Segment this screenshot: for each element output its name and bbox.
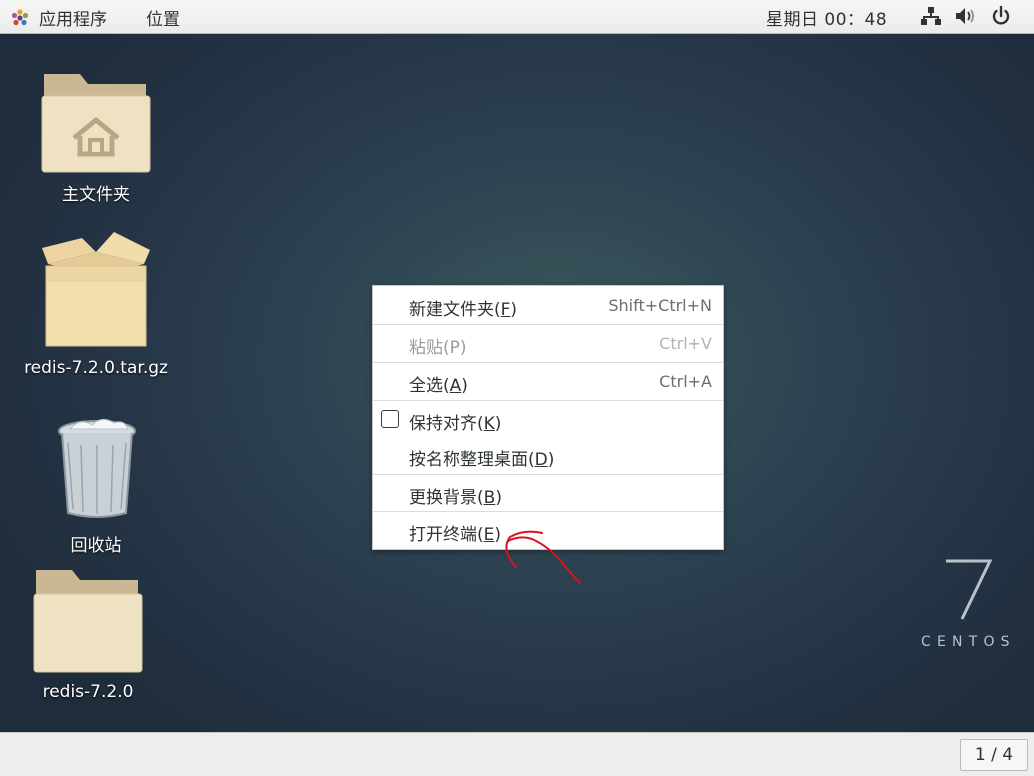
menu-item-label-end: ) xyxy=(547,450,555,470)
menu-item-shortcut: Ctrl+V xyxy=(659,334,712,353)
menu-item-label: 更换背景( xyxy=(409,488,484,508)
desktop-icon-redis-folder[interactable]: redis-7.2.0 xyxy=(18,564,158,714)
menu-item-mnemonic: K xyxy=(483,414,495,434)
menu-item-mnemonic: B xyxy=(483,488,496,508)
volume-icon[interactable] xyxy=(954,5,978,27)
keep-aligned-checkbox[interactable] xyxy=(381,410,399,428)
menu-item-label: 新建文件夹( xyxy=(409,300,501,320)
menu-item-change-background[interactable]: 更换背景(B) xyxy=(373,475,723,512)
home-folder-icon xyxy=(41,74,151,173)
menu-item-mnemonic: D xyxy=(534,450,548,470)
desktop-icon-label: redis-7.2.0 xyxy=(42,682,134,702)
menu-item-mnemonic: E xyxy=(483,525,495,545)
annotation-arrow-icon xyxy=(505,530,581,584)
desktop-icon-label: 回收站 xyxy=(70,536,122,556)
menu-item-shortcut: Ctrl+A xyxy=(659,372,712,391)
top-panel: 应用程序 位置 星期日 00：48 xyxy=(0,0,1034,34)
centos-7-logo-icon xyxy=(946,559,993,620)
desktop-icon-redis-archive[interactable]: redis-7.2.0.tar.gz xyxy=(16,228,176,384)
menu-item-new-folder[interactable]: 新建文件夹(F) Shift+Ctrl+N xyxy=(373,287,723,324)
menu-item-label-end: ) xyxy=(461,376,468,396)
centos-watermark-text: CENTOS xyxy=(921,634,1016,650)
clock[interactable]: 星期日 00：48 xyxy=(766,5,887,30)
desktop-context-menu: 新建文件夹(F) Shift+Ctrl+N 粘贴(P) Ctrl+V 全选(A)… xyxy=(372,285,724,550)
network-wired-icon[interactable] xyxy=(920,5,942,27)
menu-item-mnemonic: F xyxy=(500,300,511,320)
desktop-icon-label: redis-7.2.0.tar.gz xyxy=(24,358,168,378)
workspace-switcher[interactable]: 1 / 4 xyxy=(960,739,1028,771)
menu-item-organize-by-name[interactable]: 按名称整理桌面(D) xyxy=(373,437,723,474)
folder-icon xyxy=(33,570,143,673)
menu-item-keep-aligned[interactable]: 保持对齐(K) xyxy=(373,401,723,438)
places-menu[interactable]: 位置 xyxy=(146,5,180,30)
menu-item-label: 保持对齐( xyxy=(409,414,484,434)
menu-item-mnemonic: A xyxy=(449,376,462,396)
applications-label: 应用程序 xyxy=(39,10,107,30)
menu-item-label-end: ) xyxy=(495,488,502,508)
applications-menu[interactable]: 应用程序 xyxy=(10,5,107,30)
gnome-foot-icon xyxy=(11,8,29,25)
system-tray[interactable] xyxy=(920,5,1012,27)
menu-item-label: 全选( xyxy=(409,376,450,396)
desktop-icon-home[interactable]: 主文件夹 xyxy=(26,62,166,212)
power-icon[interactable] xyxy=(990,5,1012,27)
menu-item-label: 粘贴(P) xyxy=(409,338,467,358)
archive-package-icon xyxy=(42,232,150,347)
bottom-panel: 1 / 4 xyxy=(0,732,1034,776)
desktop[interactable]: 应用程序 位置 星期日 00：48 主文件夹 redis-7.2.0.tar.g… xyxy=(0,0,1034,776)
menu-item-label-end: ) xyxy=(510,300,518,320)
menu-item-label-end: ) xyxy=(494,414,502,434)
desktop-icon-label: 主文件夹 xyxy=(62,185,130,205)
menu-item-label: 打开终端( xyxy=(409,525,484,545)
menu-item-select-all[interactable]: 全选(A) Ctrl+A xyxy=(373,363,723,400)
menu-item-shortcut: Shift+Ctrl+N xyxy=(608,296,712,315)
trash-icon xyxy=(58,419,136,518)
menu-item-label: 按名称整理桌面( xyxy=(409,450,535,470)
desktop-icon-trash[interactable]: 回收站 xyxy=(36,415,156,560)
menu-item-paste: 粘贴(P) Ctrl+V xyxy=(373,325,723,362)
